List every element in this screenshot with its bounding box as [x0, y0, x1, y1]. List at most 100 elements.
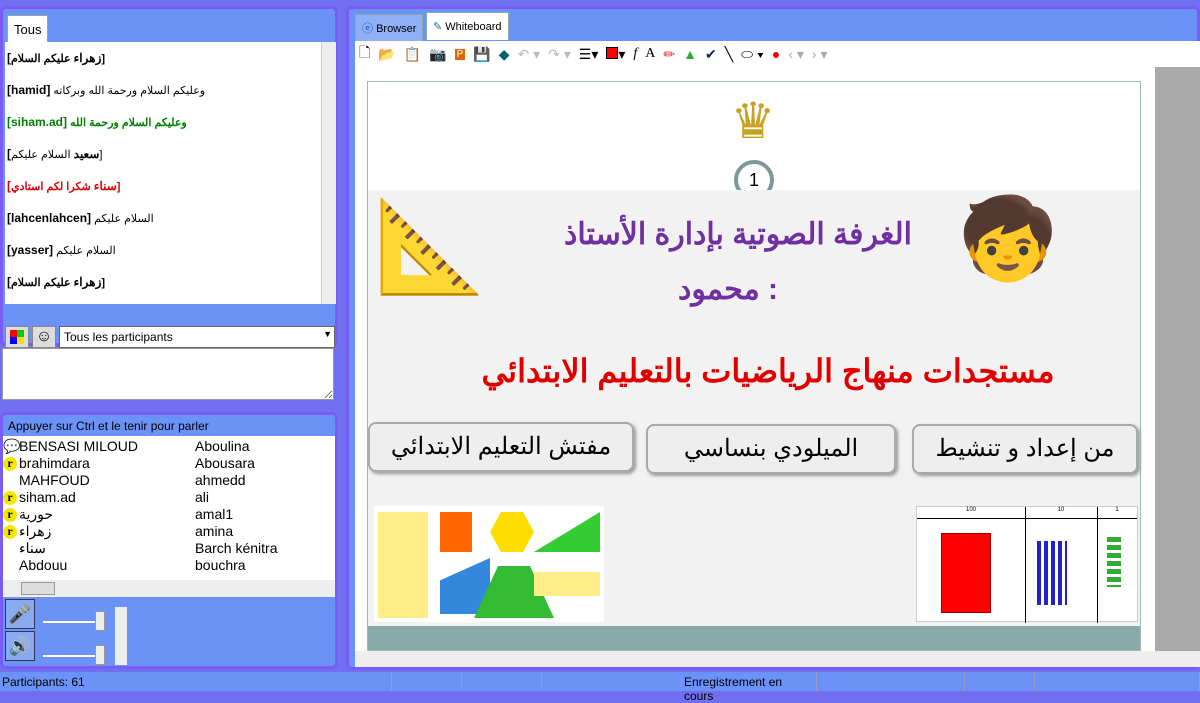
smiley-icon: ☺ [35, 328, 53, 345]
status-bar: Participants: 61 Enregistrement en cours [0, 672, 1200, 703]
chevron-down-icon: ▼ [323, 329, 332, 339]
participant-item[interactable]: ali [195, 489, 277, 506]
chat-sender: [yasser] [7, 243, 54, 257]
next-page-icon[interactable]: › ▾ [812, 46, 828, 63]
chat-message: [زهراء عليكم السلام] [5, 42, 321, 74]
participant-item[interactable]: Abdouu [3, 557, 138, 574]
participant-item[interactable]: 💬 BENSASI MILOUD [3, 438, 138, 455]
paste-icon[interactable]: 📋 [404, 46, 421, 63]
recipient-value: Tous les participants [64, 330, 173, 344]
speaker-button[interactable]: 🔊 [5, 631, 35, 661]
participant-item[interactable]: Abousara [195, 455, 277, 472]
participant-item[interactable]: r siham.ad [3, 489, 138, 506]
ellipse-tool-icon[interactable]: ⬭ ▾ [741, 46, 764, 63]
red-dot-icon[interactable]: ● [772, 46, 780, 62]
emoticon-button[interactable]: ☺ [32, 326, 56, 348]
participant-item[interactable]: amina [195, 523, 277, 540]
chat-sender: [hamid] [7, 83, 51, 97]
camera-icon[interactable]: 📷 [429, 46, 446, 63]
raised-hand-icon: r [3, 456, 17, 471]
participant-item[interactable]: bouchra [195, 557, 277, 574]
undo-icon[interactable]: ↶ ▾ [517, 46, 540, 63]
microphone-volume-slider[interactable] [43, 621, 103, 623]
speaker-icon: 🔊 [8, 635, 32, 656]
participant-list: 💬 BENSASI MILOUD r brahimdara MAHFOUD r siham.… [3, 436, 335, 580]
whiteboard-canvas[interactable]: ♛ 1 📐 🧒 الغرفة الصوتية بإدارة الأستاذ مح… [355, 67, 1200, 651]
select-shape-icon[interactable]: ◆ [499, 46, 510, 63]
chat-message: [زهراء عليكم السلام] [5, 266, 321, 298]
speaker-volume-slider[interactable] [43, 655, 103, 657]
participant-name: Abdouu [19, 557, 68, 573]
participant-name: siham.ad [19, 489, 76, 505]
chat-toolbar: ☺ Tous les participants ▼ [5, 325, 335, 349]
tab-whiteboard[interactable]: ✎ Whiteboard [426, 12, 509, 40]
slide-subtitle: محمود : [678, 273, 778, 306]
participant-horizontal-scrollbar[interactable] [3, 580, 335, 597]
slide-headline: مستجدات منهاج الرياضيات بالتعليم الابتدا… [481, 353, 1055, 389]
chat-text: السلام عليكم [56, 245, 116, 257]
line-width-icon[interactable]: ☰▾ [579, 46, 599, 63]
tab-label: Whiteboard [445, 21, 502, 33]
redo-icon[interactable]: ↷ ▾ [548, 46, 571, 63]
whiteboard-toolbar: 🗋 📂 📋 📷 P 💾 ◆ ↶ ▾ ↷ ▾ ☰▾ ▾ f A ✏ ▲ ✔ ╲ ⬭ ▾ ● ‹ ▾ › ▾ [355, 41, 1200, 67]
text-tool-icon[interactable]: A [645, 46, 655, 62]
color-picker-icon[interactable]: ▾ [606, 46, 625, 63]
speaker-slider-thumb[interactable] [95, 645, 105, 665]
participant-item[interactable]: amal1 [195, 506, 277, 523]
hundreds-header: 100 [965, 507, 976, 513]
microphone-button[interactable]: 🎤 [5, 599, 35, 629]
level-meter [115, 607, 127, 665]
microphone-icon: 🎤 [8, 603, 32, 624]
font-icon[interactable]: f [633, 46, 637, 62]
open-icon[interactable]: 📂 [378, 46, 395, 63]
raised-hand-icon: r [3, 507, 17, 522]
powerpoint-icon[interactable]: P [454, 48, 466, 60]
browser-icon: ⓔ [362, 23, 377, 35]
chat-text: السلام عليكم [94, 213, 154, 225]
participant-item[interactable]: سناء [3, 540, 138, 557]
tab-tous[interactable]: Tous [7, 15, 49, 43]
check-icon[interactable]: ✔ [705, 46, 717, 63]
chat-message: [سعيد السلام عليكم] [5, 138, 321, 170]
participant-name: حورية [19, 506, 54, 522]
participants-panel: Appuyer sur Ctrl et le tenir pour parler… [0, 412, 338, 669]
base-ten-blocks-table: 100 10 1 [916, 506, 1138, 623]
save-icon[interactable]: 💾 [473, 46, 490, 63]
participant-item[interactable]: r زهراء [3, 523, 138, 540]
chat-panel: Tous [زهراء عليكم السلام] [hamid] وعليكم … [0, 6, 338, 349]
presenter-name-box: الميلودي بنساسي [646, 424, 896, 474]
prev-page-icon[interactable]: ‹ ▾ [788, 46, 804, 63]
chat-scrollbar[interactable] [321, 42, 336, 304]
ones-header: 1 [1115, 507, 1119, 513]
whiteboard-horizontal-scrollbar[interactable] [355, 651, 1200, 667]
tab-browser[interactable]: ⓔ Browser [355, 14, 424, 41]
geometry-tools-image: 📐 [374, 197, 487, 297]
prepared-by-box: من إعداد و تنشيط [912, 424, 1138, 474]
participant-item[interactable]: r brahimdara [3, 455, 138, 472]
participant-item[interactable]: Barch kénitra [195, 540, 277, 557]
participant-name: BENSASI MILOUD [19, 438, 139, 454]
chat-input[interactable] [2, 348, 334, 400]
highlighter-icon[interactable]: ▲ [683, 46, 697, 62]
microphone-slider-thumb[interactable] [95, 611, 105, 631]
participant-item[interactable]: Aboulina [195, 438, 277, 455]
participant-item[interactable]: MAHFOUD [3, 472, 138, 489]
participant-item[interactable]: r حورية [3, 506, 138, 523]
whiteboard-icon: ✎ [433, 21, 446, 33]
audio-controls: 🎤 🔊 [5, 599, 35, 663]
role-box: مفتش التعليم الابتدائي [368, 422, 634, 472]
new-icon[interactable]: 🗋 [359, 42, 370, 66]
participant-name: سناء [19, 540, 46, 556]
color-palette-button[interactable] [5, 326, 29, 348]
palette-icon [10, 330, 24, 344]
pencil-icon[interactable]: ✏ [663, 46, 675, 63]
chat-message: [siham.ad] وعليكم السلام ورحمة الله [5, 106, 321, 138]
recipient-select[interactable]: Tous les participants ▼ [59, 326, 335, 348]
line-tool-icon[interactable]: ╲ [725, 46, 733, 63]
raised-hand-icon: r [3, 490, 17, 505]
speaking-icon: 💬 [3, 438, 21, 454]
chat-sender: [lahcenlahcen] [7, 211, 92, 225]
participant-name: MAHFOUD [19, 472, 90, 488]
participant-item[interactable]: ahmedd [195, 472, 277, 489]
chat-text: وعليكم السلام ورحمة الله وبركاته [53, 85, 206, 97]
